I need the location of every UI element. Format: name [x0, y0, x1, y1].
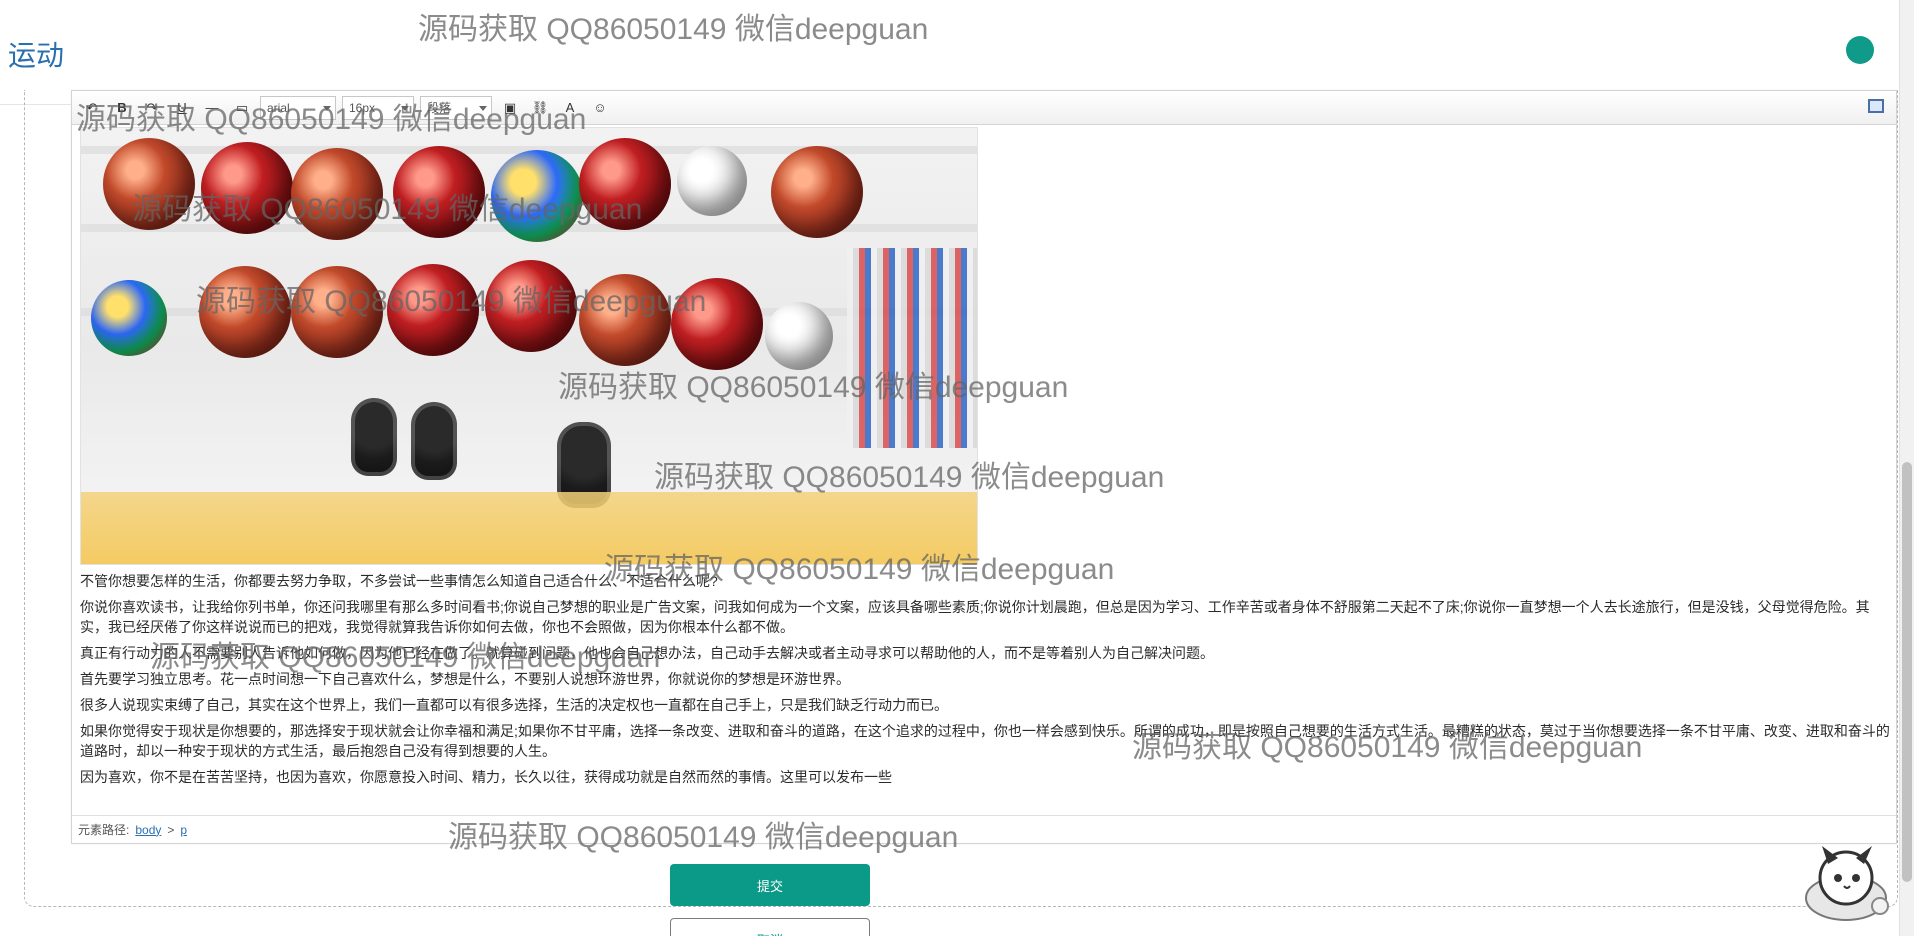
link-icon[interactable]: ⛓	[528, 96, 552, 120]
paragraph[interactable]: 因为喜欢，你不是在苦苦坚持，也因为喜欢，你愿意投入时间、精力，长久以往，获得成功…	[80, 767, 1890, 787]
photo-ball	[201, 142, 293, 234]
rich-text-editor[interactable]: ↶ B ↷ U — ▭ arial 16px 段落 ▣ ⛓ A ☺ 不管你想要怎…	[71, 90, 1897, 844]
font-size-value: 16px	[349, 100, 376, 115]
photo-ball	[387, 264, 479, 356]
horizontal-rule-icon[interactable]: —	[200, 96, 224, 120]
form-container: ↶ B ↷ U — ▭ arial 16px 段落 ▣ ⛓ A ☺ 不管你想要怎…	[24, 90, 1898, 936]
photo-ball	[291, 266, 383, 358]
scrollbar-thumb[interactable]	[1902, 462, 1912, 882]
mascot-icon	[1805, 846, 1889, 921]
paragraph[interactable]: 你说你喜欢读书，让我给你列书单，你还问我哪里有那么多时间看书;你说自己梦想的职业…	[80, 597, 1890, 637]
paragraph[interactable]: 首先要学习独立思考。花一点时间想一下自己喜欢什么，梦想是什么，不要别人说想环游世…	[80, 669, 1890, 689]
undo-icon[interactable]: ↶	[80, 96, 104, 120]
photo-ball	[103, 138, 195, 230]
font-family-select[interactable]: arial	[260, 95, 336, 120]
document-icon[interactable]: ▭	[230, 96, 254, 120]
photo-ball	[671, 278, 763, 370]
paragraph-value: 段落	[427, 101, 452, 115]
photo-racket	[411, 402, 457, 480]
photo-ball	[393, 146, 485, 238]
sports-equipment-photo	[80, 127, 978, 565]
photo-ball	[579, 138, 671, 230]
editor-content[interactable]: 不管你想要怎样的生活，你都要去努力争取，不多尝试一些事情怎么知道自己适合什么、不…	[72, 125, 1896, 815]
photo-racket	[351, 398, 397, 476]
editor-toolbar: ↶ B ↷ U — ▭ arial 16px 段落 ▣ ⛓ A ☺	[72, 91, 1896, 125]
editor-text[interactable]: 不管你想要怎样的生活，你都要去努力争取，不多尝试一些事情怎么知道自己适合什么、不…	[80, 571, 1890, 793]
chevron-down-icon	[401, 105, 409, 111]
font-family-value: arial	[267, 100, 290, 115]
photo-books	[847, 248, 977, 448]
chevron-down-icon	[323, 105, 331, 111]
path-separator: >	[167, 822, 175, 837]
photo-ball	[765, 302, 833, 370]
page: 运动 ↶ B ↷ U — ▭ arial 16px 段落 ▣ ⛓ A ☺ 不管你…	[0, 0, 1914, 936]
emoji-icon[interactable]: ☺	[588, 96, 612, 120]
element-path-bar: 元素路径: body > p	[72, 815, 1896, 843]
photo-ball	[485, 260, 577, 352]
photo-ball	[199, 266, 291, 358]
avatar[interactable]	[1846, 36, 1874, 64]
vertical-scrollbar[interactable]	[1899, 0, 1914, 936]
chevron-down-icon	[479, 105, 487, 111]
photo-ball	[771, 146, 863, 238]
photo-ball	[91, 280, 167, 356]
bold-button[interactable]: B	[110, 96, 134, 120]
paragraph[interactable]: 如果你觉得安于现状是你想要的，那选择安于现状就会让你幸福和满足;如果你不甘平庸，…	[80, 721, 1890, 761]
cancel-button[interactable]: 取消	[670, 918, 870, 936]
photo-ball	[579, 274, 671, 366]
element-path-label: 元素路径:	[78, 823, 130, 837]
text-color-icon[interactable]: A	[558, 96, 582, 120]
photo-stand	[81, 492, 977, 564]
photo-ball	[491, 150, 583, 242]
app-title: 运动	[8, 40, 65, 71]
underline-button[interactable]: U	[170, 96, 194, 120]
image-icon[interactable]: ▣	[498, 96, 522, 120]
path-p-link[interactable]: p	[180, 823, 187, 837]
paragraph[interactable]: 不管你想要怎样的生活，你都要去努力争取，不多尝试一些事情怎么知道自己适合什么、不…	[80, 571, 1890, 591]
paragraph[interactable]: 真正有行动力的人不需要别人告诉他如何做，因为他已经在做了。就算碰到问题，他也会自…	[80, 643, 1890, 663]
submit-button[interactable]: 提交	[670, 864, 870, 906]
font-size-select[interactable]: 16px	[342, 95, 414, 120]
paragraph-select[interactable]: 段落	[420, 95, 492, 120]
paragraph[interactable]: 很多人说现实束缚了自己，其实在这个世界上，我们一直都可以有很多选择，生活的决定权…	[80, 695, 1890, 715]
redo-icon[interactable]: ↷	[140, 96, 164, 120]
photo-ball	[677, 146, 747, 216]
fullscreen-icon[interactable]	[1868, 99, 1884, 113]
path-body-link[interactable]: body	[135, 823, 161, 837]
photo-ball	[291, 148, 383, 240]
